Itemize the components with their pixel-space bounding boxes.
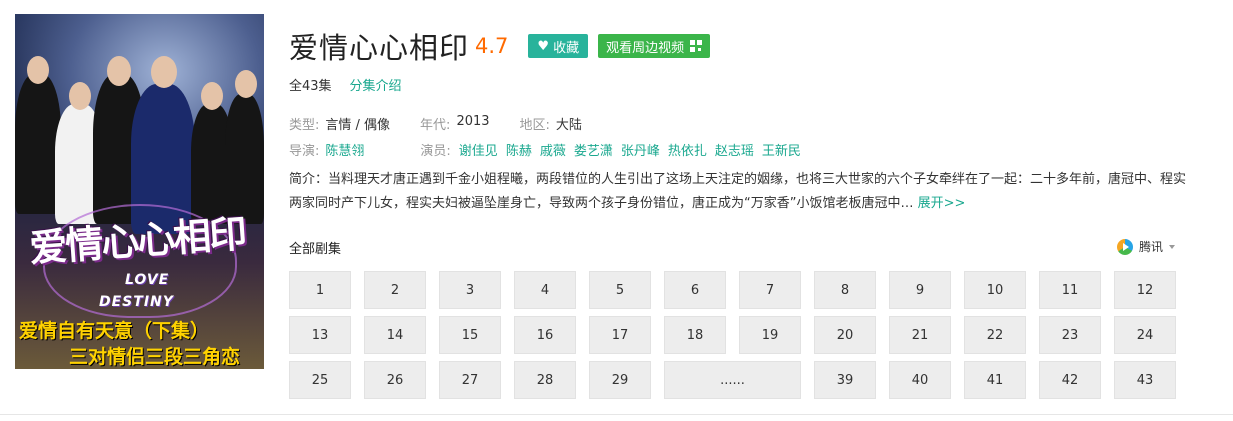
watch-video-label: 观看周边视频 — [606, 40, 685, 56]
episode-button[interactable]: 39 — [814, 361, 876, 399]
cast-link[interactable]: 陈赫 — [506, 140, 532, 159]
episode-button[interactable]: 17 — [589, 316, 651, 354]
episode-summary-row: 全43集 分集介绍 — [289, 75, 402, 94]
cast-link[interactable]: 戚薇 — [540, 140, 566, 159]
meta-row-2: 导演: 陈慧翎 演员: 谢佳见 陈赫 戚薇 娄艺潇 张丹峰 热依扎 赵志瑶 王新… — [289, 140, 801, 159]
source-selector[interactable]: 腾讯 — [1117, 238, 1176, 255]
cast-link[interactable]: 谢佳见 — [459, 140, 498, 159]
cast-list: 谢佳见 陈赫 戚薇 娄艺潇 张丹峰 热依扎 赵志瑶 王新民 — [459, 140, 801, 159]
episode-button[interactable]: 43 — [1114, 361, 1176, 399]
episode-button[interactable]: 18 — [664, 316, 726, 354]
cast-link[interactable]: 张丹峰 — [621, 140, 660, 159]
episode-button[interactable]: 10 — [964, 271, 1026, 309]
qr-code-icon — [690, 40, 703, 52]
synopsis-text: 简介：当料理天才唐正遇到千金小姐程曦，两段错位的人生引出了这场上天注定的姻缘，也… — [289, 172, 1187, 211]
watch-related-video-button[interactable]: 观看周边视频 — [598, 34, 711, 58]
heart-icon: ♥ — [537, 38, 550, 54]
cast-link[interactable]: 热依扎 — [668, 140, 707, 159]
cast-link[interactable]: 王新民 — [762, 140, 801, 159]
episode-button[interactable]: 4 — [514, 271, 576, 309]
poster-face — [69, 82, 91, 110]
poster-face — [107, 56, 131, 86]
episode-button[interactable]: 42 — [1039, 361, 1101, 399]
episode-button[interactable]: 40 — [889, 361, 951, 399]
episode-button[interactable]: 12 — [1114, 271, 1176, 309]
episode-button[interactable]: 2 — [364, 271, 426, 309]
director-link[interactable]: 陈慧翎 — [325, 140, 364, 159]
more-episodes-button[interactable]: ...... — [664, 361, 801, 399]
section-divider — [0, 414, 1233, 415]
title-row: 爱情心心相印 4.7 ♥ 收藏 观看周边视频 — [289, 26, 711, 66]
poster-face — [151, 56, 177, 88]
episode-total: 全43集 — [289, 79, 332, 94]
favorite-button[interactable]: ♥ 收藏 — [528, 34, 589, 58]
episode-button[interactable]: 25 — [289, 361, 351, 399]
poster-tagline-2: 三对情侣三段三角恋 — [69, 346, 241, 368]
episode-button[interactable]: 13 — [289, 316, 351, 354]
year-value: 2013 — [456, 114, 490, 129]
episode-button[interactable]: 23 — [1039, 316, 1101, 354]
episode-button[interactable]: 21 — [889, 316, 951, 354]
episode-button[interactable]: 7 — [739, 271, 801, 309]
all-episodes-heading: 全部剧集 — [289, 242, 342, 257]
episode-button[interactable]: 41 — [964, 361, 1026, 399]
favorite-label: 收藏 — [553, 40, 580, 56]
region-value: 大陆 — [555, 118, 582, 133]
rating-score: 4.7 — [475, 34, 509, 58]
chevron-down-icon — [1169, 244, 1176, 249]
episode-button[interactable]: 1 — [289, 271, 351, 309]
episode-button[interactable]: 28 — [514, 361, 576, 399]
director-label: 导演: — [289, 144, 320, 159]
episode-button[interactable]: 8 — [814, 271, 876, 309]
episode-button[interactable]: 15 — [439, 316, 501, 354]
episode-button[interactable]: 26 — [364, 361, 426, 399]
episode-button[interactable]: 5 — [589, 271, 651, 309]
episode-button[interactable]: 24 — [1114, 316, 1176, 354]
episode-button[interactable]: 6 — [664, 271, 726, 309]
cast-link[interactable]: 赵志瑶 — [715, 140, 754, 159]
episode-intro-link[interactable]: 分集介绍 — [350, 75, 402, 94]
synopsis: 简介：当料理天才唐正遇到千金小姐程曦，两段错位的人生引出了这场上天注定的姻缘，也… — [289, 168, 1194, 216]
episode-button[interactable]: 27 — [439, 361, 501, 399]
episode-button[interactable]: 3 — [439, 271, 501, 309]
episode-button[interactable]: 22 — [964, 316, 1026, 354]
poster-tagline-1: 爱情自有天意（下集） — [19, 320, 210, 342]
region-label: 地区: — [519, 118, 550, 133]
year-label: 年代: — [420, 118, 451, 133]
episode-button[interactable]: 29 — [589, 361, 651, 399]
cast-label: 演员: — [420, 144, 451, 159]
poster-face — [235, 70, 257, 98]
expand-synopsis-link[interactable]: 展开>> — [918, 196, 966, 211]
episode-button[interactable]: 14 — [364, 316, 426, 354]
episode-button[interactable]: 9 — [889, 271, 951, 309]
episode-button[interactable]: 11 — [1039, 271, 1101, 309]
type-value: 言情 / 偶像 — [325, 118, 391, 133]
show-title: 爱情心心相印 — [289, 31, 470, 65]
cast-link[interactable]: 娄艺潇 — [574, 140, 613, 159]
type-label: 类型: — [289, 118, 320, 133]
tencent-video-icon — [1117, 238, 1133, 255]
poster-destiny-text: DESTINY — [99, 294, 174, 310]
poster-face — [201, 82, 223, 110]
episode-button[interactable]: 19 — [739, 316, 801, 354]
source-label: 腾讯 — [1139, 240, 1164, 254]
show-poster[interactable]: 爱情心心相印 LOVE DESTINY 爱情自有天意（下集） 三对情侣三段三角恋 — [15, 14, 264, 369]
meta-row-1: 类型: 言情 / 偶像 年代: 2013 地区: 大陆 — [289, 114, 582, 133]
poster-love-text: LOVE — [125, 272, 170, 288]
episode-button[interactable]: 16 — [514, 316, 576, 354]
episode-button[interactable]: 20 — [814, 316, 876, 354]
poster-face — [27, 56, 49, 84]
